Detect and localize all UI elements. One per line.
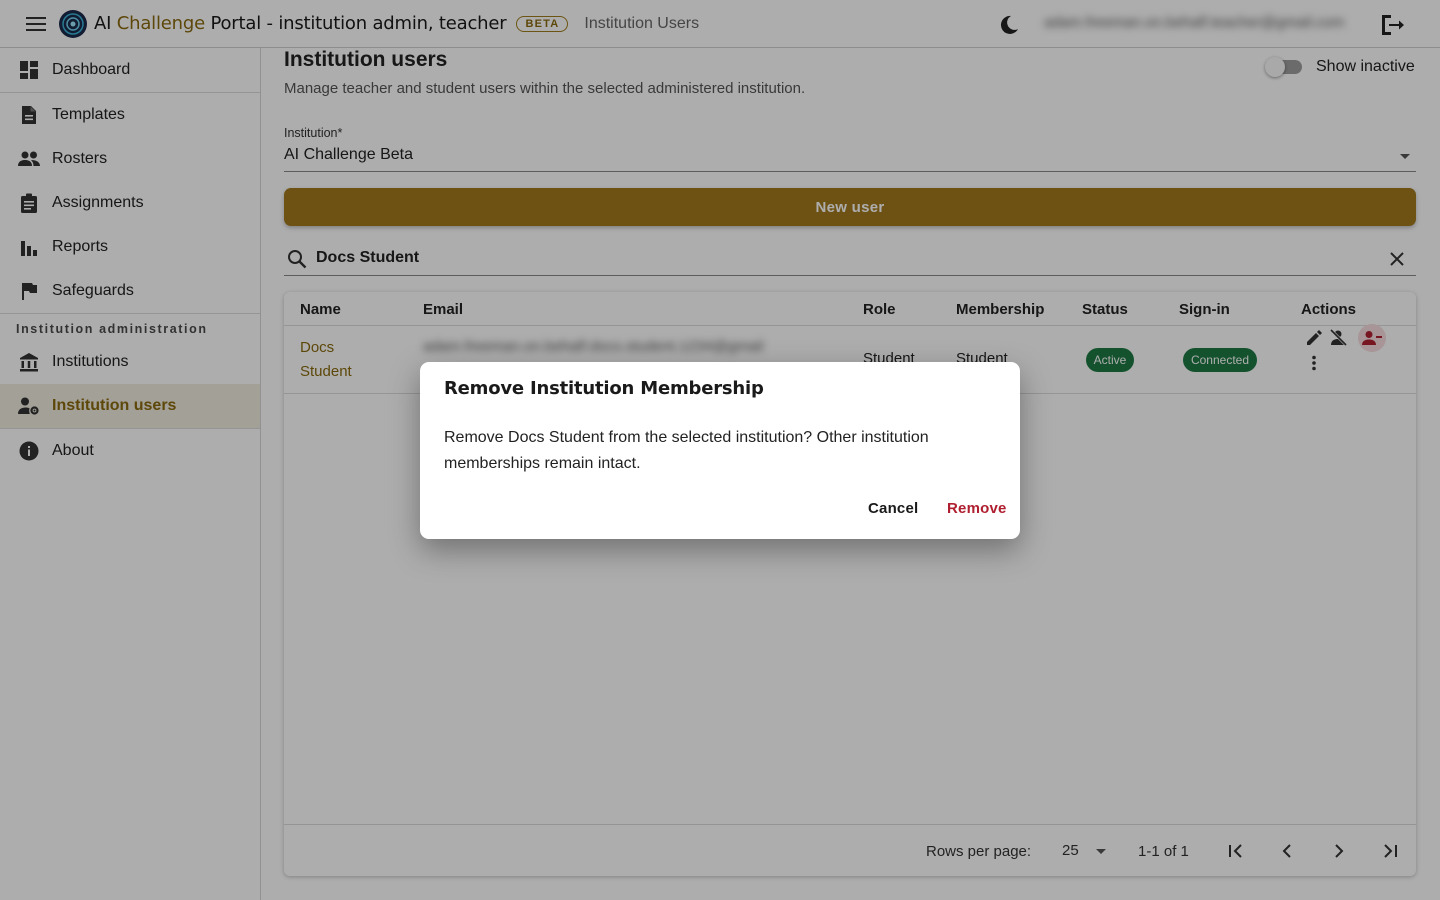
dialog-body: Remove Docs Student from the selected in… (444, 429, 929, 472)
remove-button[interactable]: Remove (947, 500, 1007, 517)
dialog-title: Remove Institution Membership (444, 378, 764, 399)
cancel-button[interactable]: Cancel (868, 500, 918, 517)
remove-membership-dialog: Remove Institution Membership Remove Doc… (420, 362, 1020, 539)
